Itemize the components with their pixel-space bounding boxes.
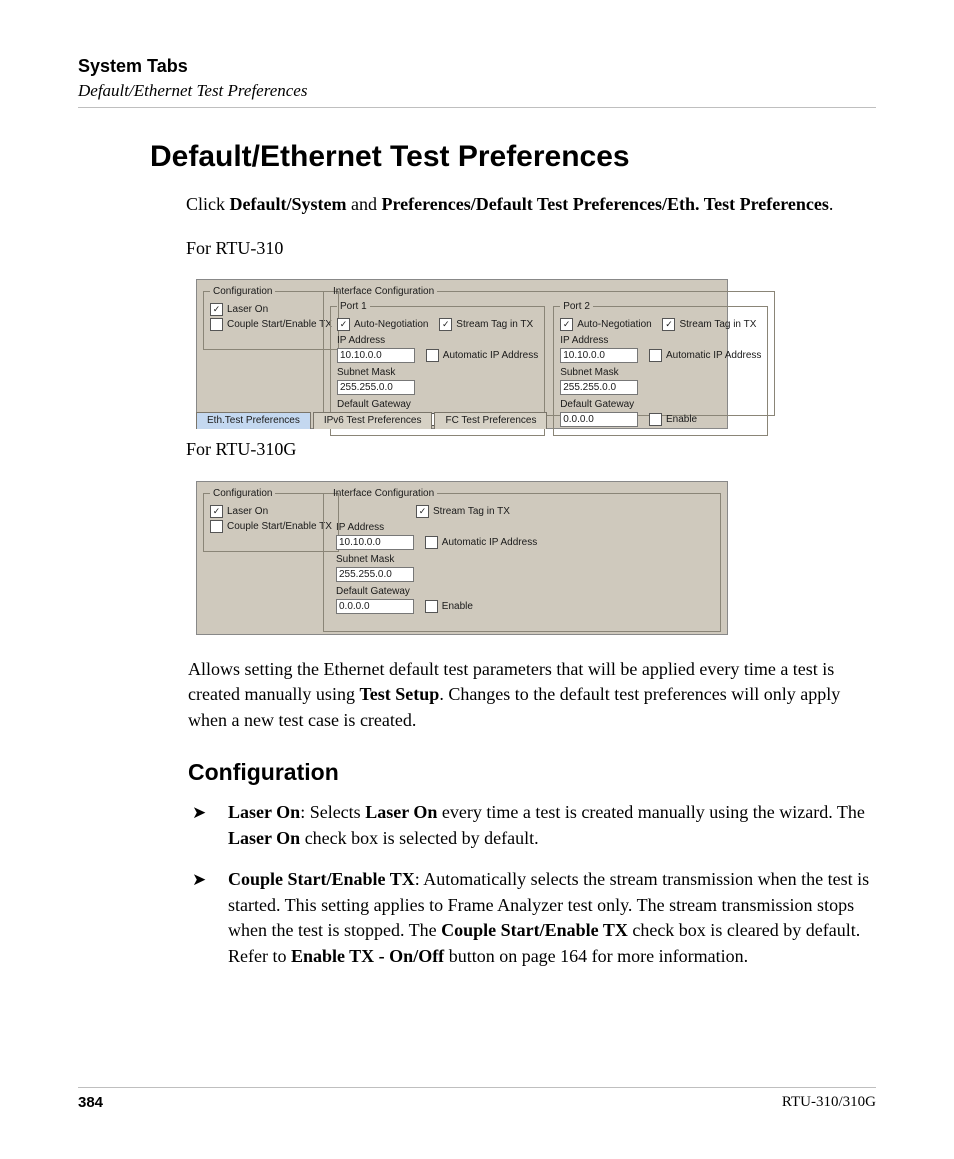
bullet-bold: Laser On [228,828,300,848]
laser-on-checkbox[interactable] [210,303,223,316]
config-legend: Configuration [210,488,275,499]
page-number: 384 [78,1094,103,1111]
header-rule [78,107,876,108]
screenshot-rtu310: Configuration Laser On Couple Start/Enab… [196,279,728,429]
subnet-label: Subnet Mask [560,367,761,378]
gateway-input[interactable]: 0.0.0.0 [560,412,638,427]
auto-neg-checkbox[interactable] [337,318,350,331]
auto-neg-checkbox[interactable] [560,318,573,331]
laser-on-label: Laser On [227,304,268,315]
port2-group: Port 2 Auto-Negotiation Stream Tag in TX… [553,301,768,436]
couple-label: Couple Start/Enable TX [227,521,332,532]
gateway-enable-label: Enable [442,601,473,612]
tab-eth-prefs[interactable]: Eth.Test Preferences [196,412,311,429]
page-title: Default/Ethernet Test Preferences [150,140,876,174]
subnet-label: Subnet Mask [336,554,714,565]
ip-label: IP Address [560,335,761,346]
desc-bold: Test Setup [359,684,439,704]
bullet-text: : Selects [300,802,365,822]
intro-bold-1: Default/System [230,194,347,214]
couple-label: Couple Start/Enable TX [227,319,332,330]
intro-bold-2: Preferences/Default Test Preferences/Eth… [381,194,828,214]
bullet-lead: Laser On [228,802,300,822]
tab-fc-prefs[interactable]: FC Test Preferences [434,412,547,429]
bullet-text: every time a test is created manually us… [437,802,865,822]
auto-ip-checkbox[interactable] [425,536,438,549]
stream-tag-label: Stream Tag in TX [456,319,533,330]
stream-tag-label: Stream Tag in TX [433,506,510,517]
stream-tag-checkbox[interactable] [439,318,452,331]
tab-ipv6-prefs[interactable]: IPv6 Test Preferences [313,412,433,429]
gateway-enable-label: Enable [666,414,697,425]
page-header: System Tabs Default/Ethernet Test Prefer… [78,56,876,108]
for-rtu310g-label: For RTU-310G [186,437,876,463]
auto-ip-checkbox[interactable] [649,349,662,362]
intro-text: . [829,194,834,214]
auto-neg-label: Auto-Negotiation [577,319,652,330]
ip-input[interactable]: 10.10.0.0 [337,348,415,363]
laser-on-checkbox[interactable] [210,505,223,518]
intro-paragraph: Click Default/System and Preferences/Def… [186,192,876,218]
config-group: Configuration Laser On Couple Start/Enab… [203,488,339,552]
config-group: Configuration Laser On Couple Start/Enab… [203,286,339,350]
for-rtu310-label: For RTU-310 [186,236,876,262]
ip-input[interactable]: 10.10.0.0 [336,535,414,550]
laser-on-label: Laser On [227,506,268,517]
bullet-couple: Couple Start/Enable TX: Automatically se… [188,867,876,969]
gateway-label: Default Gateway [560,399,761,410]
subnet-input[interactable]: 255.255.0.0 [336,567,414,582]
bullet-bold: Enable TX - On/Off [291,946,444,966]
bullet-lead: Couple Start/Enable TX [228,869,415,889]
interface-config-legend: Interface Configuration [330,488,437,499]
ip-label: IP Address [336,522,714,533]
bullet-bold: Laser On [365,802,437,822]
gateway-label: Default Gateway [336,586,714,597]
stream-tag-checkbox[interactable] [662,318,675,331]
intro-text: and [346,194,381,214]
screenshot-rtu310g: Configuration Laser On Couple Start/Enab… [196,481,728,635]
subnet-input[interactable]: 255.255.0.0 [337,380,415,395]
interface-config-group: Interface Configuration Port 1 Auto-Nego… [323,286,775,416]
interface-config-group: Interface Configuration Stream Tag in TX… [323,488,721,632]
config-legend: Configuration [210,286,275,297]
auto-ip-checkbox[interactable] [426,349,439,362]
tab-bar: Eth.Test Preferences IPv6 Test Preferenc… [196,412,549,429]
ip-label: IP Address [337,335,538,346]
header-section: Default/Ethernet Test Preferences [78,81,876,101]
gateway-enable-checkbox[interactable] [425,600,438,613]
bullet-list: Laser On: Selects Laser On every time a … [188,800,876,969]
stream-tag-label: Stream Tag in TX [679,319,756,330]
subnet-input[interactable]: 255.255.0.0 [560,380,638,395]
gateway-input[interactable]: 0.0.0.0 [336,599,414,614]
gateway-label: Default Gateway [337,399,538,410]
intro-text: Click [186,194,230,214]
auto-neg-label: Auto-Negotiation [354,319,429,330]
description-paragraph: Allows setting the Ethernet default test… [188,657,876,734]
bullet-text: check box is selected by default. [300,828,538,848]
footer-doc: RTU-310/310G [782,1094,876,1111]
page-footer: 384 RTU-310/310G [78,1087,876,1111]
auto-ip-label: Automatic IP Address [443,350,538,361]
port1-legend: Port 1 [337,301,370,312]
couple-checkbox[interactable] [210,318,223,331]
interface-config-legend: Interface Configuration [330,286,437,297]
bullet-laser-on: Laser On: Selects Laser On every time a … [188,800,876,851]
auto-ip-label: Automatic IP Address [666,350,761,361]
ip-input[interactable]: 10.10.0.0 [560,348,638,363]
stream-tag-checkbox[interactable] [416,505,429,518]
port2-legend: Port 2 [560,301,593,312]
header-chapter: System Tabs [78,56,876,77]
configuration-heading: Configuration [188,759,876,786]
auto-ip-label: Automatic IP Address [442,537,537,548]
subnet-label: Subnet Mask [337,367,538,378]
bullet-bold: Couple Start/Enable TX [441,920,628,940]
gateway-enable-checkbox[interactable] [649,413,662,426]
couple-checkbox[interactable] [210,520,223,533]
bullet-text: button on page 164 for more information. [444,946,748,966]
